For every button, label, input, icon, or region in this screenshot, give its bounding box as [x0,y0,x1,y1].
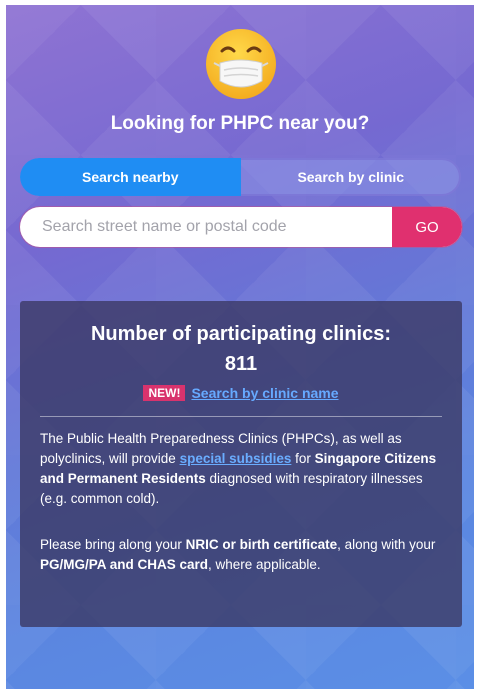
search-input[interactable] [20,207,392,247]
card-types-text: PG/MG/PA and CHAS card [40,557,209,572]
nric-text: NRIC or birth certificate [185,537,338,552]
divider [40,416,442,417]
subsidy-paragraph: The Public Health Preparedness Clinics (… [40,429,450,509]
info-card: Number of participating clinics: 811 NEW… [20,301,462,627]
text: , along with your [337,537,436,552]
clinic-count-label: Number of participating clinics: [90,323,392,345]
text: for [291,451,315,466]
text: Please bring along your [40,537,186,552]
search-mode-tabs: Search nearby Search by clinic [20,158,461,196]
face-with-medical-mask-icon [206,29,276,99]
clinic-count-value: 811 [224,353,258,375]
search-by-clinic-name-link[interactable]: Search by clinic name [191,385,338,401]
new-feature-row: NEW! Search by clinic name [20,385,462,401]
app-frame: Looking for PHPC near you? Search nearby… [6,5,474,689]
special-subsidies-link[interactable]: special subsidies [180,451,292,466]
text: , where applicable. [208,557,321,572]
tab-search-by-clinic[interactable]: Search by clinic [241,158,462,196]
documents-paragraph: Please bring along your NRIC or birth ce… [40,535,450,575]
page-title: Looking for PHPC near you? [110,113,370,134]
go-button[interactable]: GO [392,207,462,247]
new-badge: NEW! [143,385,186,401]
search-bar: GO [20,207,462,247]
tab-search-nearby[interactable]: Search nearby [20,158,241,196]
